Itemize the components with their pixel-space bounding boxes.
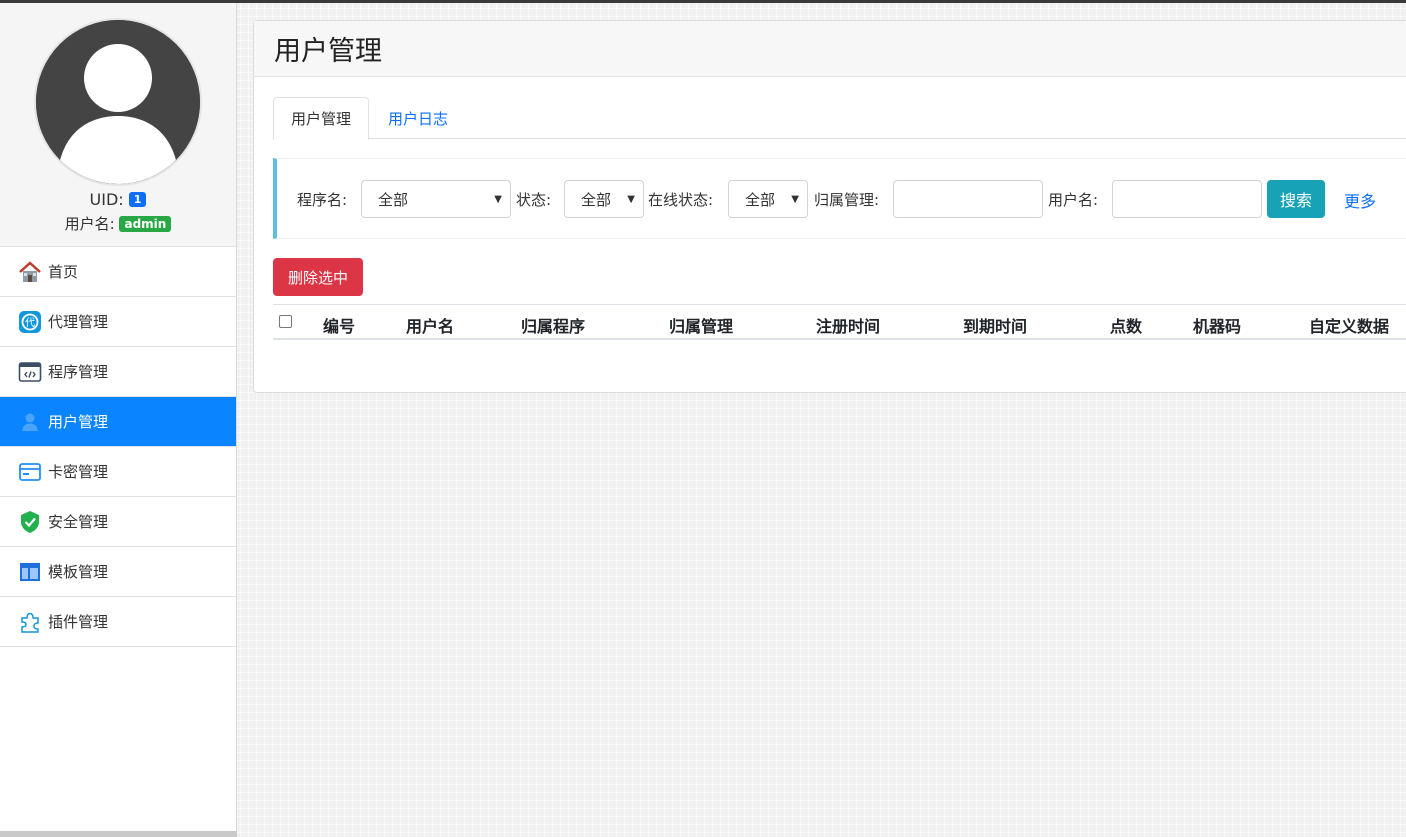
sidebar-item-security[interactable]: 安全管理 xyxy=(0,497,236,547)
username-label: 用户名: xyxy=(64,215,115,233)
sidebar-item-agent[interactable]: 代 代理管理 xyxy=(0,297,236,347)
user-silhouette-icon xyxy=(36,20,200,184)
tab-user-log[interactable]: 用户日志 xyxy=(371,97,465,139)
uid-line: UID: 1 xyxy=(0,190,236,209)
column-header[interactable]: 点数 xyxy=(1110,313,1142,337)
program-select[interactable]: 全部 ▼ xyxy=(361,180,511,218)
sidebar-item-label: 首页 xyxy=(48,263,79,281)
horizontal-scrollbar[interactable] xyxy=(0,831,237,837)
sidebar-item-label: 用户管理 xyxy=(48,413,109,431)
owner-filter-label: 归属管理: xyxy=(814,191,880,209)
sidebar-item-plugins[interactable]: 插件管理 xyxy=(0,597,236,647)
sidebar-item-label: 插件管理 xyxy=(48,613,109,631)
owner-input[interactable] xyxy=(893,180,1043,218)
column-header[interactable]: 归属程序 xyxy=(521,313,585,337)
username-line: 用户名: admin xyxy=(0,213,236,234)
home-icon xyxy=(18,260,42,284)
online-filter-label: 在线状态: xyxy=(648,191,714,209)
search-button[interactable]: 搜索 xyxy=(1267,180,1325,218)
uid-badge: 1 xyxy=(128,192,147,207)
sidebar-item-label: 模板管理 xyxy=(48,563,109,581)
tab-bar: 用户管理 用户日志 xyxy=(273,97,1406,140)
sidebar-item-label: 卡密管理 xyxy=(48,463,109,481)
status-select-value: 全部 xyxy=(581,190,612,209)
svg-text:代: 代 xyxy=(25,317,35,329)
sidebar-item-home[interactable]: 首页 xyxy=(0,247,236,297)
program-select-value: 全部 xyxy=(378,190,409,209)
chevron-down-icon: ▼ xyxy=(627,194,635,205)
column-header[interactable]: 到期时间 xyxy=(963,313,1027,337)
panel-header: 用户管理 xyxy=(254,21,1406,77)
column-header[interactable]: 注册时间 xyxy=(816,313,880,337)
column-header[interactable]: 归属管理 xyxy=(669,313,733,337)
sidebar-item-program[interactable]: 程序管理 xyxy=(0,347,236,397)
table-header: 编号 用户名 归属程序 归属管理 注册时间 到期时间 点数 机器码 自定义数据 xyxy=(273,304,1406,340)
agent-icon: 代 xyxy=(18,310,42,334)
chevron-down-icon: ▼ xyxy=(494,194,502,205)
page-title: 用户管理 xyxy=(274,36,382,67)
sidebar-item-label: 程序管理 xyxy=(48,363,109,381)
column-header[interactable]: 用户名 xyxy=(406,313,454,337)
username-filter-label: 用户名: xyxy=(1048,191,1099,209)
card-icon xyxy=(18,460,42,484)
main-panel: 用户管理 用户管理 用户日志 程序名: 全部 ▼ 状态: 全部 ▼ 在线状态: … xyxy=(253,20,1406,393)
sidebar-item-label: 代理管理 xyxy=(48,313,109,331)
column-header[interactable]: 编号 xyxy=(323,313,355,337)
program-icon xyxy=(18,360,42,384)
uid-label: UID: xyxy=(89,190,124,209)
sidebar-item-label: 安全管理 xyxy=(48,513,109,531)
select-all-checkbox[interactable] xyxy=(279,315,292,328)
user-icon xyxy=(18,410,42,434)
program-filter-label: 程序名: xyxy=(297,191,348,209)
plugin-icon xyxy=(18,610,42,634)
filter-bar: 程序名: 全部 ▼ 状态: 全部 ▼ 在线状态: 全部 ▼ 归属管理: 用户名:… xyxy=(273,158,1406,239)
template-icon xyxy=(18,560,42,584)
tab-user-management[interactable]: 用户管理 xyxy=(273,97,370,140)
more-link[interactable]: 更多 xyxy=(1344,188,1376,212)
username-input[interactable] xyxy=(1112,180,1262,218)
delete-selected-button[interactable]: 删除选中 xyxy=(273,258,363,296)
chevron-down-icon: ▼ xyxy=(791,194,799,205)
sidebar-item-cards[interactable]: 卡密管理 xyxy=(0,447,236,497)
online-select-value: 全部 xyxy=(745,190,776,209)
column-header[interactable]: 机器码 xyxy=(1193,313,1241,337)
sidebar: UID: 1 用户名: admin 首页 代 代理管理 程序管理 用户管理 卡密… xyxy=(0,3,237,837)
profile-card: UID: 1 用户名: admin xyxy=(0,3,236,247)
status-filter-label: 状态: xyxy=(516,191,552,209)
avatar xyxy=(34,18,202,186)
status-select[interactable]: 全部 ▼ xyxy=(564,180,644,218)
shield-icon xyxy=(18,510,42,534)
column-header[interactable]: 自定义数据 xyxy=(1309,313,1389,337)
online-status-select[interactable]: 全部 ▼ xyxy=(728,180,808,218)
sidebar-item-templates[interactable]: 模板管理 xyxy=(0,547,236,597)
username-badge: admin xyxy=(119,216,172,232)
sidebar-item-users[interactable]: 用户管理 xyxy=(0,397,236,447)
